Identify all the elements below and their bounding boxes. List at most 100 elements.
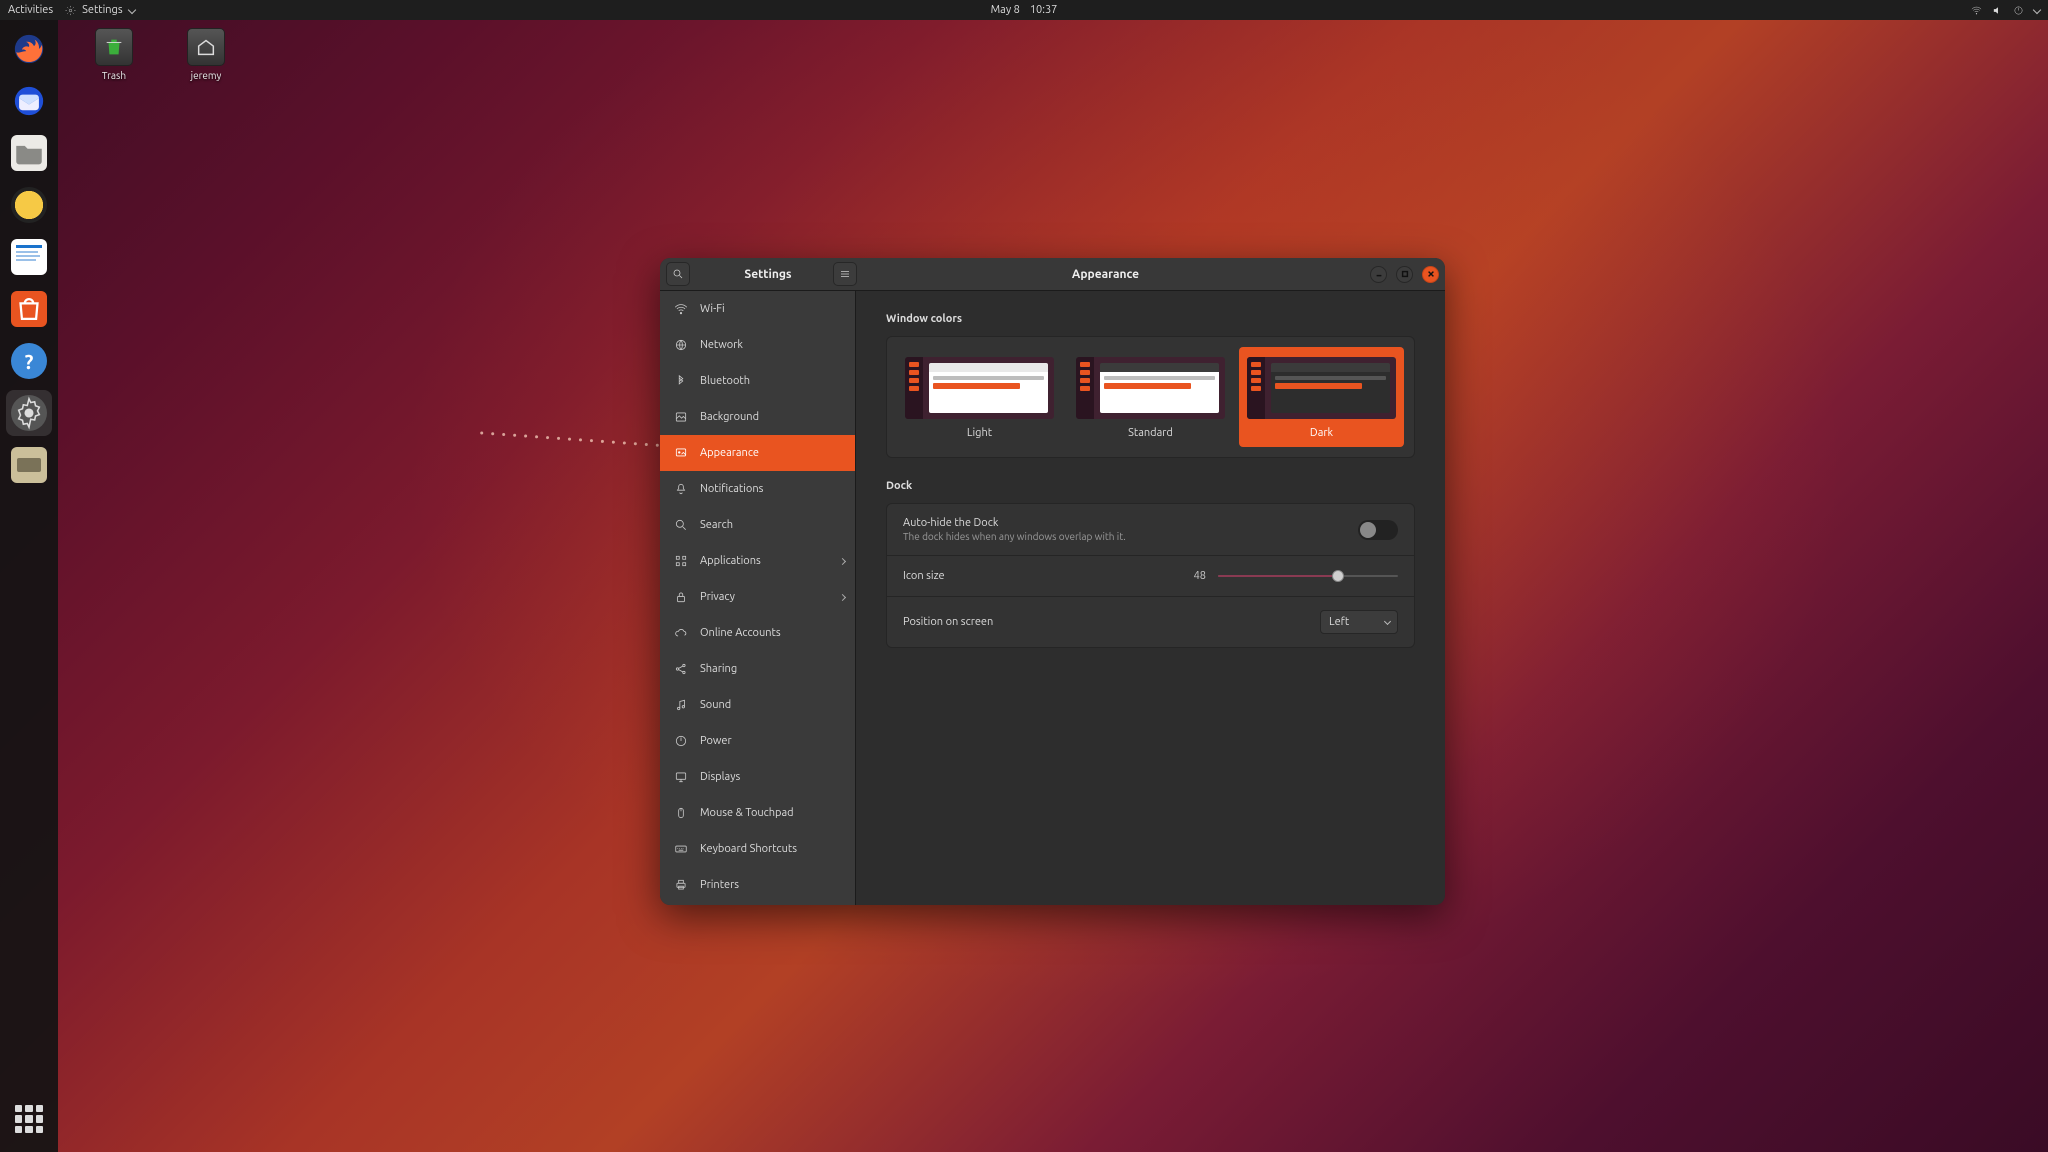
sidebar-item-applications[interactable]: Applications — [660, 543, 855, 579]
sidebar-item-label: Appearance — [700, 447, 759, 459]
wallpaper-decoration — [480, 431, 670, 447]
dock-app-files[interactable] — [6, 130, 52, 176]
chevron-down-icon — [1384, 618, 1391, 625]
sidebar-item-label: Sharing — [700, 663, 737, 675]
clock[interactable]: May 8 10:37 — [991, 4, 1058, 16]
bt-icon — [674, 374, 688, 388]
sidebar-item-label: Notifications — [700, 483, 763, 495]
chevron-right-icon — [839, 557, 846, 564]
date-label: May 8 — [991, 4, 1020, 16]
apps-grid-icon — [15, 1105, 43, 1133]
thunderbird-icon — [12, 84, 46, 118]
sidebar-item-sharing[interactable]: Sharing — [660, 651, 855, 687]
activities-button[interactable]: Activities — [8, 4, 53, 16]
shopping-bag-icon — [11, 291, 47, 327]
sidebar-item-label: Network — [700, 339, 743, 351]
maximize-icon — [1401, 270, 1409, 278]
sidebar-item-mouse[interactable]: Mouse & Touchpad — [660, 795, 855, 831]
cloud-icon — [674, 626, 688, 640]
theme-option-dark[interactable]: Dark — [1239, 347, 1404, 447]
header-search-button[interactable] — [666, 262, 690, 286]
dock-app-settings[interactable] — [6, 390, 52, 436]
desktop-icon-home[interactable]: jeremy — [174, 28, 238, 81]
section-title-window-colors: Window colors — [886, 313, 1415, 325]
system-status-area[interactable] — [1971, 5, 2040, 16]
settings-icon — [65, 5, 76, 16]
page-title: Appearance — [856, 268, 1355, 281]
sidebar-item-notifications[interactable]: Notifications — [660, 471, 855, 507]
sidebar-item-appearance[interactable]: Appearance — [660, 435, 855, 471]
sidebar-item-bluetooth[interactable]: Bluetooth — [660, 363, 855, 399]
note-icon — [674, 698, 688, 712]
dock-show-applications[interactable] — [6, 1096, 52, 1142]
display-icon — [674, 770, 688, 784]
printer-icon — [674, 878, 688, 892]
trash-icon — [103, 36, 125, 58]
dock-settings-card: Auto-hide the Dock The dock hides when a… — [886, 503, 1415, 648]
window-minimize-button[interactable] — [1370, 266, 1387, 283]
theme-label: Light — [967, 427, 992, 439]
bell-icon — [674, 482, 688, 496]
theme-option-standard[interactable]: Standard — [1068, 347, 1233, 447]
sidebar-item-wifi[interactable]: Wi-Fi — [660, 291, 855, 327]
sidebar-item-background[interactable]: Background — [660, 399, 855, 435]
sidebar-item-keyboard[interactable]: Keyboard Shortcuts — [660, 831, 855, 867]
sidebar-item-label: Mouse & Touchpad — [700, 807, 794, 819]
kbd-icon — [674, 842, 688, 856]
sidebar-item-label: Search — [700, 519, 733, 531]
desktop-icon-trash[interactable]: Trash — [82, 28, 146, 81]
sidebar-item-sound[interactable]: Sound — [660, 687, 855, 723]
iconsize-label: Icon size — [903, 570, 945, 582]
firefox-icon — [12, 32, 46, 66]
sidebar-item-online[interactable]: Online Accounts — [660, 615, 855, 651]
bg-icon — [674, 410, 688, 424]
theme-label: Standard — [1128, 427, 1173, 439]
sidebar-title: Settings — [708, 268, 828, 281]
close-icon — [1427, 270, 1435, 278]
sidebar-item-power[interactable]: Power — [660, 723, 855, 759]
window-close-button[interactable] — [1422, 266, 1439, 283]
window-header: Settings Appearance — [660, 258, 1445, 291]
share-icon — [674, 662, 688, 676]
theme-option-light[interactable]: Light — [897, 347, 1062, 447]
sidebar-item-privacy[interactable]: Privacy — [660, 579, 855, 615]
gear-icon — [11, 395, 47, 431]
top-bar: Activities Settings May 8 10:37 — [0, 0, 2048, 20]
sidebar-item-displays[interactable]: Displays — [660, 759, 855, 795]
lock-icon — [674, 590, 688, 604]
sidebar-item-network[interactable]: Network — [660, 327, 855, 363]
dock-app-firefox[interactable] — [6, 26, 52, 72]
header-menu-button[interactable] — [833, 262, 857, 286]
sidebar-item-label: Displays — [700, 771, 740, 783]
theme-thumbnail — [905, 357, 1054, 419]
dock-app-software[interactable] — [6, 286, 52, 332]
window-maximize-button[interactable] — [1396, 266, 1413, 283]
dock-app-thunderbird[interactable] — [6, 78, 52, 124]
hamburger-icon — [839, 268, 851, 280]
iconsize-value: 48 — [1184, 570, 1206, 582]
settings-window: Settings Appearance Wi-Fi Network Blueto… — [660, 258, 1445, 905]
sidebar-item-search[interactable]: Search — [660, 507, 855, 543]
sidebar-item-label: Keyboard Shortcuts — [700, 843, 797, 855]
position-value: Left — [1329, 616, 1349, 628]
dock-app-disk[interactable] — [6, 442, 52, 488]
sidebar-item-label: Power — [700, 735, 732, 747]
autohide-toggle[interactable] — [1358, 520, 1398, 540]
speaker-icon — [11, 187, 47, 223]
volume-icon — [1992, 5, 2003, 16]
chevron-down-icon — [2033, 6, 2041, 14]
app-menu[interactable]: Settings — [65, 4, 135, 16]
row-autohide: Auto-hide the Dock The dock hides when a… — [887, 504, 1414, 555]
dock-app-rhythmbox[interactable] — [6, 182, 52, 228]
minimize-icon — [1375, 270, 1383, 278]
chevron-down-icon — [127, 6, 135, 14]
position-select[interactable]: Left — [1320, 610, 1398, 634]
sidebar-item-label: Privacy — [700, 591, 735, 603]
position-label: Position on screen — [903, 616, 993, 628]
dock-app-help[interactable]: ? — [6, 338, 52, 384]
sidebar-item-printers[interactable]: Printers — [660, 867, 855, 903]
mouse-icon — [674, 806, 688, 820]
settings-sidebar[interactable]: Wi-Fi Network Bluetooth Background Appea… — [660, 291, 856, 905]
dock-app-libreoffice-writer[interactable] — [6, 234, 52, 280]
iconsize-slider[interactable] — [1218, 569, 1398, 583]
